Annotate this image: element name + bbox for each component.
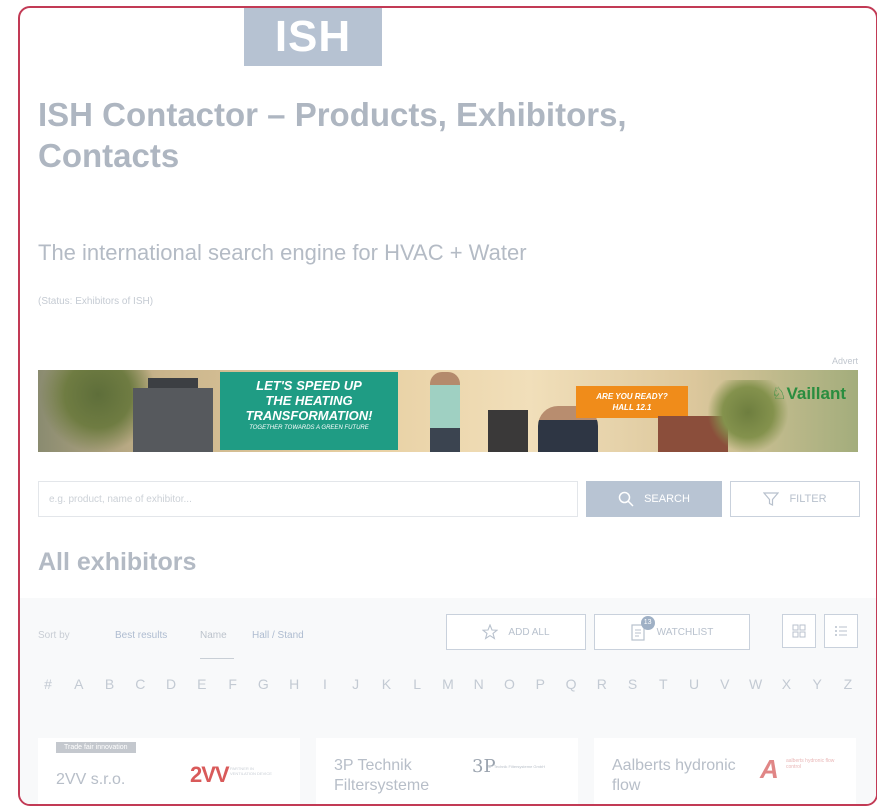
page-subtitle: The international search engine for HVAC… xyxy=(38,240,527,265)
search-button-label: SEARCH xyxy=(644,493,690,505)
letter-j[interactable]: J xyxy=(346,676,366,692)
section-title: All exhibitors xyxy=(38,548,197,576)
exhibitor-logo: 3P 3P Technik Filtersysteme GmbH xyxy=(472,756,562,786)
exhibitor-card[interactable]: Aalberts hydronic flow A aalberts hydron… xyxy=(594,738,856,804)
letter-r[interactable]: R xyxy=(592,676,612,692)
search-button[interactable]: SEARCH xyxy=(586,481,722,517)
grid-view-button[interactable] xyxy=(782,614,816,648)
letter-z[interactable]: Z xyxy=(838,676,858,692)
letter-q[interactable]: Q xyxy=(561,676,581,692)
ish-contactor-frame: ISH ISH Contactor – Products, Exhibitors… xyxy=(18,6,877,806)
vaillant-advert-banner[interactable]: LET'S SPEED UP THE HEATING TRANSFORMATIO… xyxy=(38,370,858,452)
sort-option-hall-stand[interactable]: Hall / Stand xyxy=(252,630,304,641)
letter-s[interactable]: S xyxy=(623,676,643,692)
banner-cta-line-2: HALL 12.1 xyxy=(612,403,652,412)
trade-fair-innovation-badge: Trade fair innovation xyxy=(56,742,136,753)
list-view-button[interactable] xyxy=(824,614,858,648)
watchlist-icon: 13 xyxy=(631,616,655,641)
sort-option-name[interactable]: Name xyxy=(200,630,227,641)
letter-l[interactable]: L xyxy=(407,676,427,692)
letter-e[interactable]: E xyxy=(192,676,212,692)
letter-n[interactable]: N xyxy=(469,676,489,692)
banner-headline-line-1: LET'S SPEED UP xyxy=(256,378,362,393)
banner-headline-line-3: TRANSFORMATION! xyxy=(245,408,373,423)
letter-t[interactable]: T xyxy=(653,676,673,692)
vaillant-hare-icon: ♘ xyxy=(771,384,787,403)
letter-w[interactable]: W xyxy=(746,676,766,692)
status-note: (Status: Exhibitors of ISH) xyxy=(38,296,154,307)
list-view-icon xyxy=(835,626,847,636)
star-icon xyxy=(482,624,499,640)
exhibitor-logo-mark: A xyxy=(760,754,779,784)
letter-i[interactable]: I xyxy=(315,676,335,692)
letter-p[interactable]: P xyxy=(530,676,550,692)
exhibitor-card[interactable]: Trade fair innovation 2VV s.r.o. 2VV PAR… xyxy=(38,738,300,804)
exhibitor-logo-caption: PARTNER IN VENTILATION DEVICE xyxy=(230,766,272,776)
letter-b[interactable]: B xyxy=(100,676,120,692)
letter-a[interactable]: A xyxy=(69,676,89,692)
page-title: ISH Contactor – Products, Exhibitors, Co… xyxy=(38,96,627,174)
add-all-button[interactable]: ADD ALL xyxy=(446,614,586,650)
letter-c[interactable]: C xyxy=(130,676,150,692)
filter-icon xyxy=(763,492,780,506)
letter-k[interactable]: K xyxy=(376,676,396,692)
exhibitor-logo: 2VV PARTNER IN VENTILATION DEVICE xyxy=(190,762,284,792)
banner-cta-box: ARE YOU READY? HALL 12.1 xyxy=(576,386,688,418)
grid-view-icon xyxy=(792,624,806,638)
watchlist-button[interactable]: 13 WATCHLIST xyxy=(594,614,750,650)
exhibitor-name: Aalberts hydronic flow xyxy=(612,757,736,794)
filter-button-label: FILTER xyxy=(789,493,827,505)
banner-headline-line-2: THE HEATING xyxy=(265,393,353,408)
vaillant-brand-text: Vaillant xyxy=(786,384,846,403)
banner-heat-pump xyxy=(488,410,528,452)
sort-option-best-results[interactable]: Best results xyxy=(115,630,167,641)
letter-hash[interactable]: # xyxy=(38,676,58,692)
exhibitor-name: 2VV s.r.o. xyxy=(56,771,126,788)
ish-logo[interactable]: ISH xyxy=(244,8,382,66)
banner-headline-box: LET'S SPEED UP THE HEATING TRANSFORMATIO… xyxy=(220,372,398,450)
banner-tagline: TOGETHER TOWARDS A GREEN FUTURE xyxy=(249,425,369,431)
letter-y[interactable]: Y xyxy=(807,676,827,692)
advert-label: Advert xyxy=(831,356,858,366)
vaillant-logo: ♘Vaillant xyxy=(771,384,846,404)
search-input[interactable] xyxy=(38,481,578,517)
letter-h[interactable]: H xyxy=(284,676,304,692)
search-icon xyxy=(618,491,634,507)
letter-x[interactable]: X xyxy=(776,676,796,692)
watchlist-label: WATCHLIST xyxy=(656,626,714,638)
add-all-label: ADD ALL xyxy=(508,626,550,638)
exhibitor-card[interactable]: 3P Technik Filtersysteme 3P 3P Technik F… xyxy=(316,738,578,804)
exhibitor-logo: A aalberts hydronic flow control xyxy=(760,754,840,788)
exhibitor-logo-caption: 3P Technik Filtersysteme GmbH xyxy=(488,764,545,769)
page-content: ISH ISH Contactor – Products, Exhibitors… xyxy=(20,8,876,804)
banner-cta-line-1: ARE YOU READY? xyxy=(596,392,668,401)
sort-selected-underline xyxy=(200,658,234,659)
letter-f[interactable]: F xyxy=(223,676,243,692)
banner-house xyxy=(133,388,213,452)
letter-v[interactable]: V xyxy=(715,676,735,692)
banner-person-standing xyxy=(430,372,460,452)
letter-d[interactable]: D xyxy=(161,676,181,692)
watchlist-count-badge: 13 xyxy=(640,616,655,630)
sort-label: Sort by xyxy=(38,630,70,641)
filter-button[interactable]: FILTER xyxy=(730,481,860,517)
letter-m[interactable]: M xyxy=(438,676,458,692)
alphabet-filter: # A B C D E F G H I J K L M N O P Q R S … xyxy=(38,676,858,692)
letter-g[interactable]: G xyxy=(253,676,273,692)
letter-u[interactable]: U xyxy=(684,676,704,692)
exhibitor-logo-caption: aalberts hydronic flow control xyxy=(786,758,835,770)
exhibitor-logo-mark: 2VV xyxy=(190,762,230,787)
exhibitor-name: 3P Technik Filtersysteme xyxy=(334,757,430,794)
letter-o[interactable]: O xyxy=(499,676,519,692)
